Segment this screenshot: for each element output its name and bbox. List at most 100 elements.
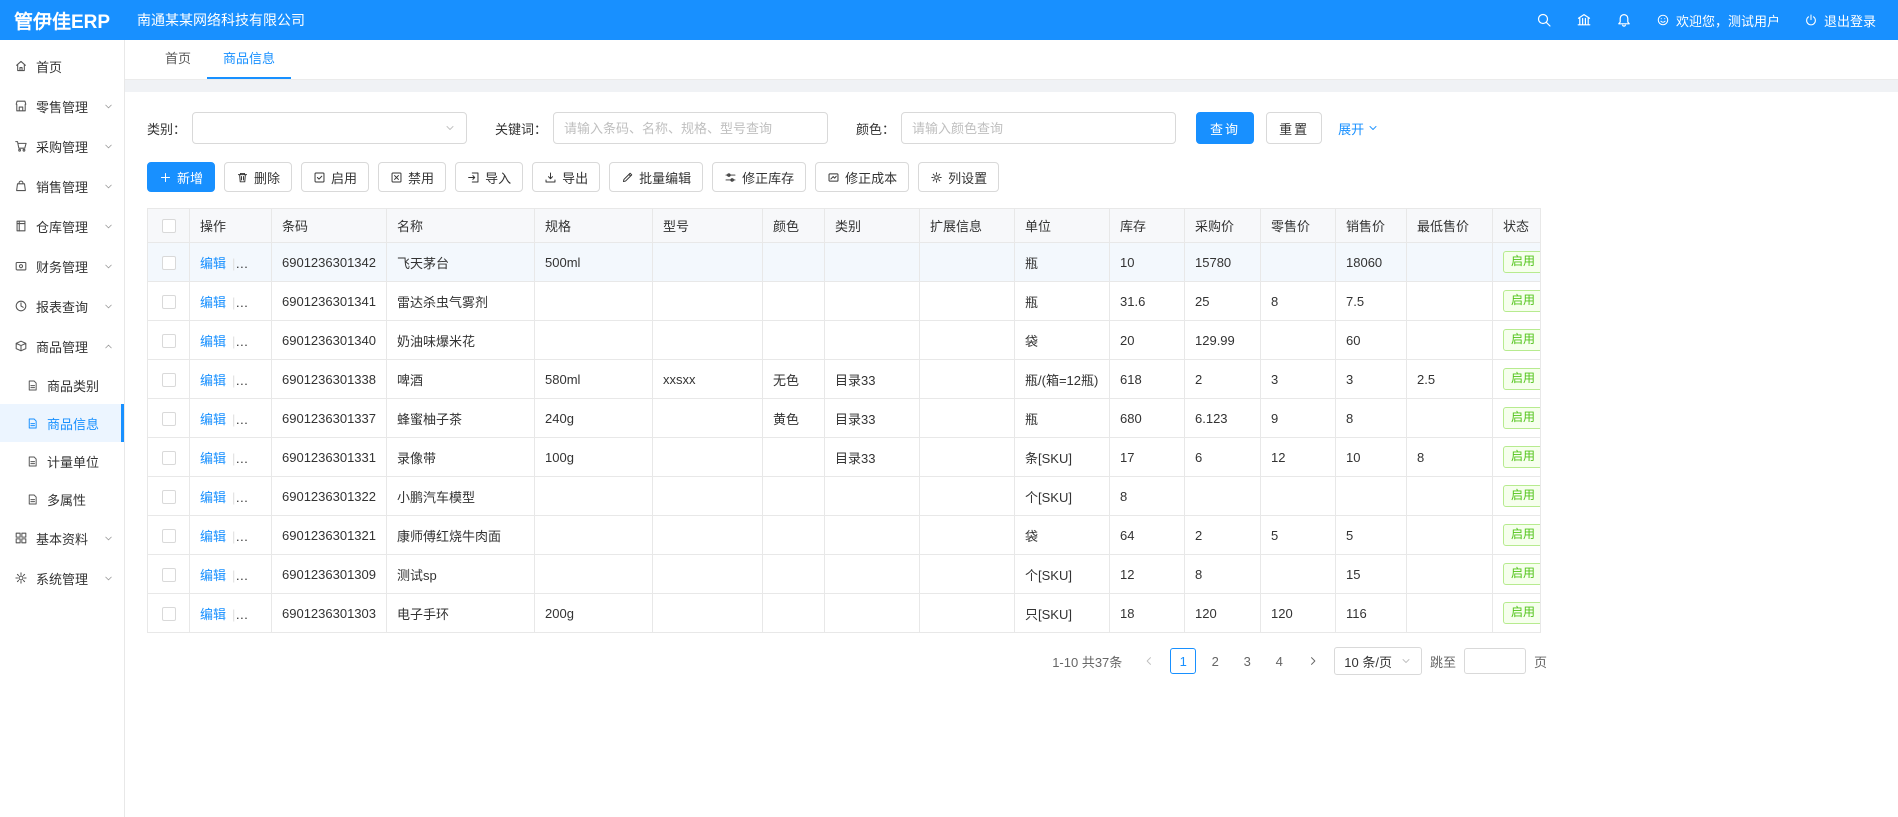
row-checkbox[interactable] <box>162 295 176 309</box>
edit-link[interactable]: 编辑 <box>200 373 226 388</box>
bell-icon[interactable] <box>1616 12 1632 28</box>
expand-link[interactable]: 展开 <box>1338 119 1379 138</box>
row-actions-cell: 编辑|删除 <box>190 360 272 399</box>
edit-link[interactable]: 编辑 <box>200 295 226 310</box>
edit-link[interactable]: 编辑 <box>200 256 226 271</box>
prev-page-button[interactable] <box>1136 648 1162 674</box>
toolbar-button-label: 删除 <box>254 168 280 187</box>
sidebar-item[interactable]: 仓库管理 <box>0 206 124 246</box>
color-input[interactable] <box>901 112 1176 144</box>
sidebar-subitem[interactable]: 多属性 <box>0 480 124 518</box>
toolbar-button[interactable]: 新增 <box>147 162 215 192</box>
cell-stock: 12 <box>1110 555 1185 594</box>
products-table: 操作条码名称规格型号颜色类别扩展信息单位库存采购价零售价销售价最低售价状态 编辑… <box>147 208 1541 633</box>
select-all-cell <box>148 209 190 243</box>
sidebar-item[interactable]: 基本资料 <box>0 518 124 558</box>
cell-model <box>653 438 763 477</box>
select-all-checkbox[interactable] <box>162 219 176 233</box>
cell-color <box>763 477 825 516</box>
status-badge: 启用 <box>1503 368 1541 390</box>
sidebar-subitem-label: 计量单位 <box>47 452 114 471</box>
cell-sale_price: 18060 <box>1336 243 1407 282</box>
row-checkbox[interactable] <box>162 373 176 387</box>
card-inner: 类别： 关键词： 颜色： 查询 重置 展开 <box>147 112 1547 675</box>
toolbar-button-label: 导出 <box>562 168 588 187</box>
reset-button[interactable]: 重置 <box>1266 112 1322 144</box>
edit-link[interactable]: 编辑 <box>200 568 226 583</box>
row-checkbox[interactable] <box>162 607 176 621</box>
toolbar-button[interactable]: 导出 <box>532 162 600 192</box>
search-button[interactable]: 查询 <box>1196 112 1254 144</box>
sidebar-subitem[interactable]: 计量单位 <box>0 442 124 480</box>
top-header: 管伊佳ERP 南通某某网络科技有限公司 欢迎您，测试用户 退出登录 <box>0 0 1898 40</box>
page-number[interactable]: 2 <box>1202 648 1228 674</box>
edit-link[interactable]: 编辑 <box>200 334 226 349</box>
sidebar-item[interactable]: 系统管理 <box>0 558 124 598</box>
sidebar-item[interactable]: 报表查询 <box>0 286 124 326</box>
cell-unit: 个[SKU] <box>1015 555 1110 594</box>
edit-link[interactable]: 编辑 <box>200 490 226 505</box>
toolbar-button[interactable]: 列设置 <box>918 162 999 192</box>
cell-spec <box>535 516 653 555</box>
search-icon[interactable] <box>1536 12 1552 28</box>
pagination: 1-10 共37条123410 条/页跳至页 <box>147 647 1547 675</box>
row-checkbox[interactable] <box>162 412 176 426</box>
page-number[interactable]: 4 <box>1266 648 1292 674</box>
cell-stock: 31.6 <box>1110 282 1185 321</box>
toolbar-button[interactable]: 导入 <box>455 162 523 192</box>
cell-status: 启用 <box>1493 282 1541 321</box>
status-badge: 启用 <box>1503 329 1541 351</box>
column-header: 最低售价 <box>1407 209 1493 243</box>
cell-purchase_price: 129.99 <box>1185 321 1261 360</box>
jump-page-input[interactable] <box>1464 648 1526 674</box>
column-header: 状态 <box>1493 209 1541 243</box>
row-checkbox[interactable] <box>162 568 176 582</box>
welcome-user[interactable]: 欢迎您，测试用户 <box>1656 11 1780 30</box>
toolbar-button[interactable]: 删除 <box>224 162 292 192</box>
sidebar-item[interactable]: 财务管理 <box>0 246 124 286</box>
row-checkbox[interactable] <box>162 256 176 270</box>
cell-purchase_price: 15780 <box>1185 243 1261 282</box>
toolbar-button[interactable]: 修正成本 <box>815 162 909 192</box>
next-page-button[interactable] <box>1300 648 1326 674</box>
row-checkbox[interactable] <box>162 529 176 543</box>
edit-link[interactable]: 编辑 <box>200 529 226 544</box>
toolbar-button[interactable]: 批量编辑 <box>609 162 703 192</box>
tab[interactable]: 商品信息 <box>207 40 291 79</box>
page-number[interactable]: 1 <box>1170 648 1196 674</box>
toolbar-button[interactable]: 修正库存 <box>712 162 806 192</box>
sidebar-item[interactable]: 商品管理 <box>0 326 124 366</box>
row-checkbox[interactable] <box>162 334 176 348</box>
toolbar-button[interactable]: 启用 <box>301 162 369 192</box>
keyword-input[interactable] <box>553 112 828 144</box>
logout-button[interactable]: 退出登录 <box>1804 11 1876 30</box>
sidebar-item[interactable]: 采购管理 <box>0 126 124 166</box>
toolbar-button-label: 禁用 <box>408 168 434 187</box>
sidebar-subitem[interactable]: 商品信息 <box>0 404 124 442</box>
bank-icon[interactable] <box>1576 12 1592 28</box>
table-header-row: 操作条码名称规格型号颜色类别扩展信息单位库存采购价零售价销售价最低售价状态 <box>148 209 1541 243</box>
category-select[interactable] <box>192 112 467 144</box>
page-size-select[interactable]: 10 条/页 <box>1334 647 1422 675</box>
cell-stock: 18 <box>1110 594 1185 633</box>
toolbar-button[interactable]: 禁用 <box>378 162 446 192</box>
sidebar-item[interactable]: 零售管理 <box>0 86 124 126</box>
row-checkbox[interactable] <box>162 490 176 504</box>
row-checkbox[interactable] <box>162 451 176 465</box>
toolbar-button-label: 启用 <box>331 168 357 187</box>
gear-icon <box>14 571 28 585</box>
sidebar-item[interactable]: 首页 <box>0 46 124 86</box>
page-number[interactable]: 3 <box>1234 648 1260 674</box>
cell-status: 启用 <box>1493 360 1541 399</box>
edit-link[interactable]: 编辑 <box>200 412 226 427</box>
cell-ext <box>920 360 1015 399</box>
sidebar-subitem[interactable]: 商品类别 <box>0 366 124 404</box>
main-card: 类别： 关键词： 颜色： 查询 重置 展开 <box>125 92 1898 817</box>
cell-name: 小鹏汽车模型 <box>387 477 535 516</box>
edit-link[interactable]: 编辑 <box>200 451 226 466</box>
sidebar-item[interactable]: 销售管理 <box>0 166 124 206</box>
cell-stock: 8 <box>1110 477 1185 516</box>
edit-link[interactable]: 编辑 <box>200 607 226 622</box>
column-header: 库存 <box>1110 209 1185 243</box>
tab[interactable]: 首页 <box>149 40 207 79</box>
